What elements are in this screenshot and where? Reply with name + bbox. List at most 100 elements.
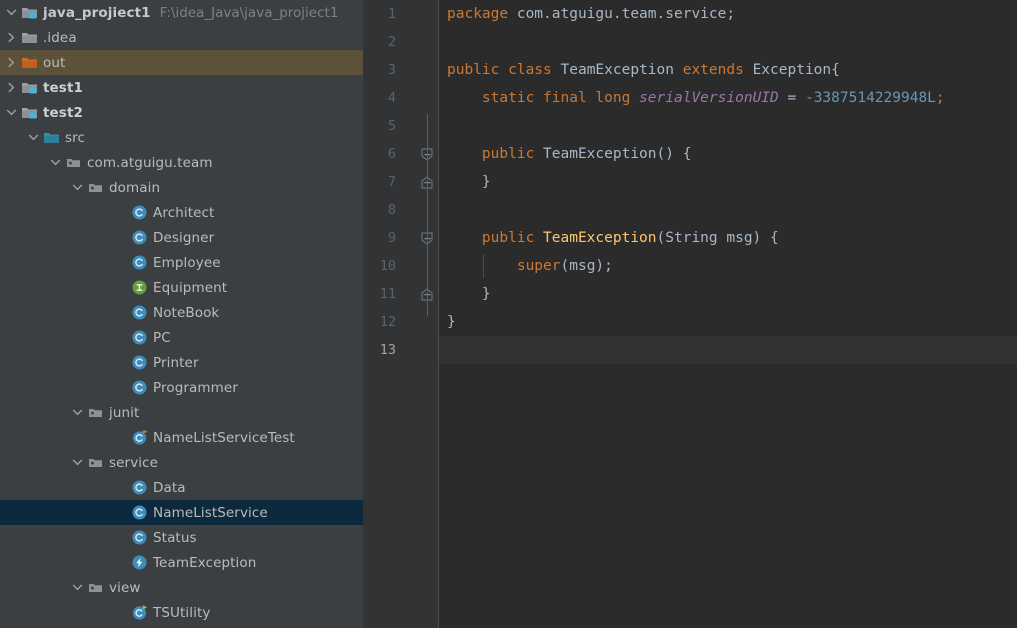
tree-item-junit[interactable]: junit bbox=[0, 400, 363, 425]
tree-item--idea[interactable]: .idea bbox=[0, 25, 363, 50]
class-icon bbox=[131, 479, 148, 496]
package-icon bbox=[65, 154, 82, 171]
tree-item-programmer[interactable]: Programmer bbox=[0, 375, 363, 400]
code-editor[interactable]: 1 2 3 4 5 6 7 8 9 10 11 12 13 package com.atguigu.te… bbox=[363, 0, 1017, 628]
project-root-row[interactable]: java_projiect1 F:\idea_Java\java_projiect… bbox=[0, 0, 363, 25]
code-token: = bbox=[778, 90, 805, 106]
line-number: 13 bbox=[379, 342, 396, 358]
code-token: extends bbox=[682, 62, 753, 78]
twisty-spacer bbox=[114, 605, 129, 620]
twisty-spacer bbox=[114, 355, 129, 370]
tree-item-label: Status bbox=[153, 529, 197, 546]
line-number: 10 bbox=[379, 258, 396, 274]
code-line[interactable]: super(msg); bbox=[447, 252, 613, 280]
code-token: public bbox=[481, 230, 544, 246]
tree-item-architect[interactable]: Architect bbox=[0, 200, 363, 225]
ide-window: java_projiect1 F:\idea_Java\java_projiect… bbox=[0, 0, 1017, 628]
runnable-class-icon bbox=[131, 604, 148, 621]
code-token: -3387514229948L bbox=[804, 90, 936, 106]
tree-item-designer[interactable]: Designer bbox=[0, 225, 363, 250]
twisty-spacer bbox=[114, 505, 129, 520]
code-line[interactable]: public TeamException() { bbox=[447, 140, 692, 168]
line-number: 6 bbox=[387, 146, 396, 162]
tree-item-pc[interactable]: PC bbox=[0, 325, 363, 350]
folder-icon bbox=[21, 29, 38, 46]
code-token: public bbox=[447, 62, 509, 78]
twisty-down-icon[interactable] bbox=[26, 130, 41, 145]
line-number: 8 bbox=[387, 202, 396, 218]
class-icon bbox=[131, 304, 148, 321]
package-icon bbox=[87, 454, 104, 471]
twisty-down-icon[interactable] bbox=[70, 180, 85, 195]
tree-item-label: Equipment bbox=[153, 279, 228, 296]
tree-item-src[interactable]: src bbox=[0, 125, 363, 150]
tree-item-namelistservicetest[interactable]: NameListServiceTest bbox=[0, 425, 363, 450]
twisty-down-icon[interactable] bbox=[4, 105, 19, 120]
twisty-down-icon[interactable] bbox=[70, 405, 85, 420]
twisty-spacer bbox=[114, 330, 129, 345]
editor-gutter[interactable]: 1 2 3 4 5 6 7 8 9 10 11 12 13 bbox=[363, 0, 439, 628]
code-token: } bbox=[447, 174, 491, 190]
tree-item-test2[interactable]: test2 bbox=[0, 100, 363, 125]
twisty-spacer bbox=[114, 530, 129, 545]
line-number: 5 bbox=[387, 118, 396, 134]
twisty-down-icon[interactable] bbox=[48, 155, 63, 170]
line-number: 7 bbox=[387, 174, 396, 190]
code-token: TeamException() { bbox=[543, 146, 692, 162]
tree-item-test1[interactable]: test1 bbox=[0, 75, 363, 100]
tree-item-label: NameListService bbox=[153, 504, 268, 521]
tree-item-teamexception[interactable]: TeamException bbox=[0, 550, 363, 575]
project-tree[interactable]: java_projiect1 F:\idea_Java\java_projiect… bbox=[0, 0, 363, 625]
code-line[interactable]: public TeamException(String msg) { bbox=[447, 224, 779, 252]
package-icon bbox=[87, 404, 104, 421]
tree-item-equipment[interactable]: Equipment bbox=[0, 275, 363, 300]
project-tree-panel[interactable]: java_projiect1 F:\idea_Java\java_projiect… bbox=[0, 0, 363, 628]
tree-item-label: Employee bbox=[153, 254, 221, 271]
code-line[interactable]: static final long serialVersionUID = -33… bbox=[447, 84, 945, 112]
line-number: 12 bbox=[379, 314, 396, 330]
twisty-spacer bbox=[114, 205, 129, 220]
code-token: class bbox=[508, 62, 561, 78]
tree-item-data[interactable]: Data bbox=[0, 475, 363, 500]
code-token: ; bbox=[935, 90, 945, 106]
tree-item-label: src bbox=[65, 129, 86, 146]
code-line[interactable]: } bbox=[447, 280, 491, 308]
tree-item-com-atguigu-team[interactable]: com.atguigu.team bbox=[0, 150, 363, 175]
tree-item-namelistservice[interactable]: NameListService bbox=[0, 500, 363, 525]
twisty-down-icon[interactable] bbox=[4, 5, 19, 20]
tree-item-printer[interactable]: Printer bbox=[0, 350, 363, 375]
twisty-down-icon[interactable] bbox=[70, 580, 85, 595]
tree-item-label: service bbox=[109, 454, 159, 471]
tree-item-out[interactable]: out bbox=[0, 50, 363, 75]
twisty-right-icon[interactable] bbox=[4, 80, 19, 95]
code-line[interactable]: } bbox=[447, 308, 456, 336]
tree-item-label: TeamException bbox=[153, 554, 257, 571]
twisty-right-icon[interactable] bbox=[4, 55, 19, 70]
code-line[interactable]: package com.atguigu.team.service; bbox=[447, 0, 735, 28]
source-folder-icon bbox=[43, 129, 60, 146]
tree-item-service[interactable]: service bbox=[0, 450, 363, 475]
twisty-right-icon[interactable] bbox=[4, 30, 19, 45]
code-token: package bbox=[447, 6, 517, 22]
tree-item-employee[interactable]: Employee bbox=[0, 250, 363, 275]
tree-item-label: test1 bbox=[43, 79, 83, 96]
tree-item-domain[interactable]: domain bbox=[0, 175, 363, 200]
tree-item-label: PC bbox=[153, 329, 171, 346]
tree-item-label: Data bbox=[153, 479, 186, 496]
tree-item-label: Designer bbox=[153, 229, 215, 246]
code-content[interactable]: package com.atguigu.team.service; public … bbox=[439, 0, 1017, 628]
code-line[interactable]: public class TeamException extends Excep… bbox=[447, 56, 840, 84]
twisty-down-icon[interactable] bbox=[70, 455, 85, 470]
tree-item-notebook[interactable]: NoteBook bbox=[0, 300, 363, 325]
project-name: java_projiect1 bbox=[43, 4, 151, 21]
tree-item-tsutility[interactable]: TSUtility bbox=[0, 600, 363, 625]
code-token: Exception{ bbox=[752, 62, 840, 78]
line-number: 1 bbox=[387, 6, 396, 22]
code-line[interactable]: } bbox=[447, 168, 491, 196]
tree-item-status[interactable]: Status bbox=[0, 525, 363, 550]
tree-item-view[interactable]: view bbox=[0, 575, 363, 600]
tree-item-label: Printer bbox=[153, 354, 199, 371]
class-icon bbox=[131, 504, 148, 521]
